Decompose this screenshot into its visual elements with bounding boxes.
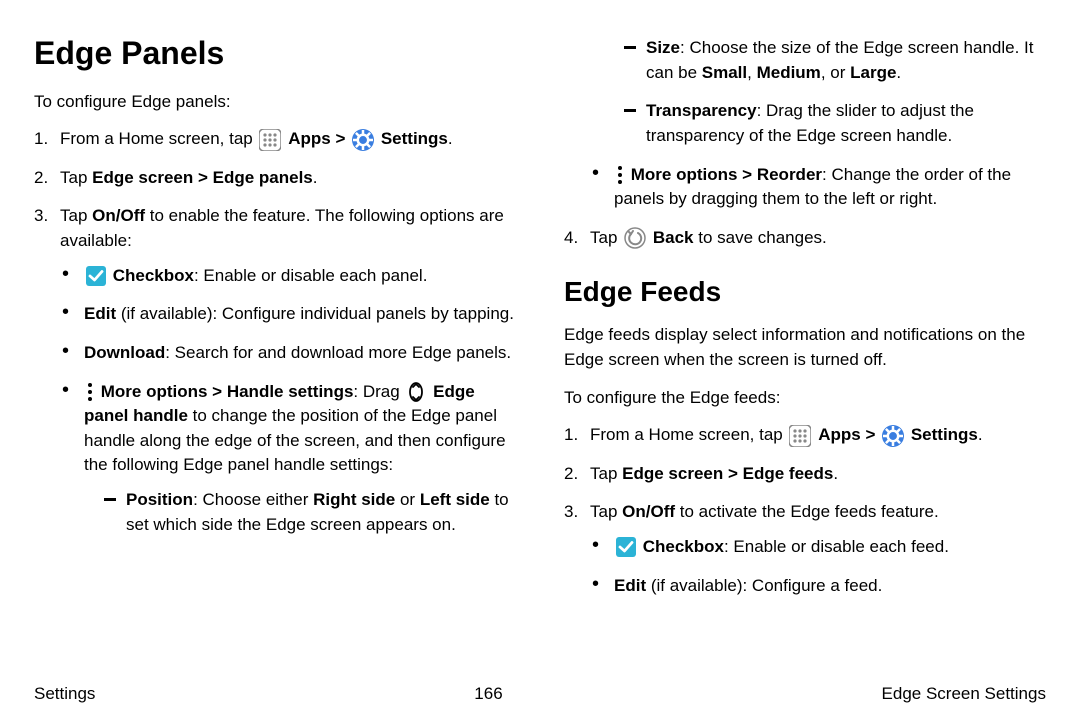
checkbox-icon xyxy=(616,537,636,557)
edit-label: Edit xyxy=(84,304,116,323)
apps-label: Apps xyxy=(818,425,861,444)
option-more: More options > Handle settings: Drag Edg… xyxy=(60,380,516,538)
txt: Tap xyxy=(590,502,622,521)
settings-label: Settings xyxy=(381,129,448,148)
option-download: Download: Search for and download more E… xyxy=(60,341,516,366)
onoff: On/Off xyxy=(622,502,675,521)
txt: , xyxy=(747,63,756,82)
txt: or xyxy=(395,490,420,509)
back-icon xyxy=(624,227,646,249)
size-label: Size xyxy=(646,38,680,57)
setting-size: Size: Choose the size of the Edge screen… xyxy=(624,36,1046,85)
feeds-steps: From a Home screen, tap Apps > Settings.… xyxy=(564,423,1046,598)
onoff: On/Off xyxy=(92,206,145,225)
feed-option-checkbox: Checkbox: Enable or disable each feed. xyxy=(590,535,1046,560)
drag-handle-icon xyxy=(406,382,426,402)
txt: . xyxy=(896,63,901,82)
step-text: Tap xyxy=(60,206,92,225)
txt: to activate the Edge feeds feature. xyxy=(675,502,939,521)
feeds-config-intro: To configure the Edge feeds: xyxy=(564,386,1046,411)
setting-transparency: Transparency: Drag the slider to adjust … xyxy=(624,99,1046,148)
more-options-icon xyxy=(616,165,624,185)
checkbox-icon xyxy=(86,266,106,286)
steps-list: From a Home screen, tap Apps > Settings.… xyxy=(34,127,516,537)
txt: From a Home screen, tap xyxy=(590,425,787,444)
left-side: Left side xyxy=(420,490,490,509)
feed-step-2: Tap Edge screen > Edge feeds. xyxy=(564,462,1046,487)
options-cont: More options > Reorder: Change the order… xyxy=(564,163,1046,212)
setting-position: Position: Choose either Right side or Le… xyxy=(104,488,516,537)
feed-option-edit: Edit (if available): Configure a feed. xyxy=(590,574,1046,599)
apps-icon xyxy=(259,129,281,151)
txt: to save changes. xyxy=(694,228,827,247)
back-label: Back xyxy=(653,228,694,247)
feed-step-3: Tap On/Off to activate the Edge feeds fe… xyxy=(564,500,1046,598)
txt: : Choose either xyxy=(193,490,313,509)
txt: Tap xyxy=(590,464,622,483)
handle-settings: Position: Choose either Right side or Le… xyxy=(84,488,516,537)
txt: Tap xyxy=(590,228,622,247)
gear-icon xyxy=(882,425,904,447)
dot: . xyxy=(833,464,838,483)
large: Large xyxy=(850,63,896,82)
desc: : Search for and download more Edge pane… xyxy=(165,343,511,362)
option-edit: Edit (if available): Configure individua… xyxy=(60,302,516,327)
more-options-icon xyxy=(86,382,94,402)
trans-label: Transparency xyxy=(646,101,757,120)
gt: > xyxy=(335,129,350,148)
step-1: From a Home screen, tap Apps > Settings. xyxy=(34,127,516,152)
dot: . xyxy=(313,168,318,187)
dot: . xyxy=(978,425,983,444)
apps-icon xyxy=(789,425,811,447)
path: Edge screen > Edge panels xyxy=(92,168,313,187)
download-label: Download xyxy=(84,343,165,362)
desc: (if available): Configure a feed. xyxy=(646,576,882,595)
small: Small xyxy=(702,63,747,82)
txt: , or xyxy=(821,63,850,82)
step-text: Tap xyxy=(60,168,92,187)
option-reorder: More options > Reorder: Change the order… xyxy=(590,163,1046,212)
intro-text: To configure Edge panels: xyxy=(34,90,516,115)
feed-options: Checkbox: Enable or disable each feed. E… xyxy=(590,535,1046,598)
handle-settings-cont: Size: Choose the size of the Edge screen… xyxy=(564,36,1046,149)
footer-left: Settings xyxy=(34,684,95,704)
option-checkbox: Checkbox: Enable or disable each panel. xyxy=(60,264,516,289)
feeds-intro: Edge feeds display select information an… xyxy=(564,323,1046,372)
footer-page-number: 166 xyxy=(474,684,502,704)
options-list: Checkbox: Enable or disable each panel. … xyxy=(60,264,516,538)
dot: . xyxy=(448,129,453,148)
heading-edge-panels: Edge Panels xyxy=(34,30,516,76)
heading-edge-feeds: Edge Feeds xyxy=(564,272,1046,313)
desc: : Enable or disable each feed. xyxy=(724,537,949,556)
desc: : Enable or disable each panel. xyxy=(194,266,427,285)
step-text: From a Home screen, tap xyxy=(60,129,257,148)
gear-icon xyxy=(352,129,374,151)
settings-label: Settings xyxy=(911,425,978,444)
desc: (if available): Configure individual pan… xyxy=(116,304,514,323)
edit-label: Edit xyxy=(614,576,646,595)
reorder-label: More options > Reorder xyxy=(631,165,822,184)
more-label: More options > Handle settings xyxy=(101,382,354,401)
right-side: Right side xyxy=(313,490,395,509)
page-content: Edge Panels To configure Edge panels: Fr… xyxy=(0,0,1080,660)
checkbox-label: Checkbox xyxy=(643,537,724,556)
page-footer: Settings 166 Edge Screen Settings xyxy=(34,684,1046,704)
checkbox-label: Checkbox xyxy=(113,266,194,285)
medium: Medium xyxy=(757,63,821,82)
step-4: Tap Back to save changes. xyxy=(564,226,1046,251)
left-column: Edge Panels To configure Edge panels: Fr… xyxy=(34,30,516,660)
feed-step-1: From a Home screen, tap Apps > Settings. xyxy=(564,423,1046,448)
path: Edge screen > Edge feeds xyxy=(622,464,833,483)
step-2: Tap Edge screen > Edge panels. xyxy=(34,166,516,191)
step-3: Tap On/Off to enable the feature. The fo… xyxy=(34,204,516,537)
gt: > xyxy=(865,425,880,444)
footer-right: Edge Screen Settings xyxy=(882,684,1046,704)
apps-label: Apps xyxy=(288,129,331,148)
desc: : Drag xyxy=(353,382,404,401)
right-column: Size: Choose the size of the Edge screen… xyxy=(564,30,1046,660)
pos-label: Position xyxy=(126,490,193,509)
steps-cont: Tap Back to save changes. xyxy=(564,226,1046,251)
